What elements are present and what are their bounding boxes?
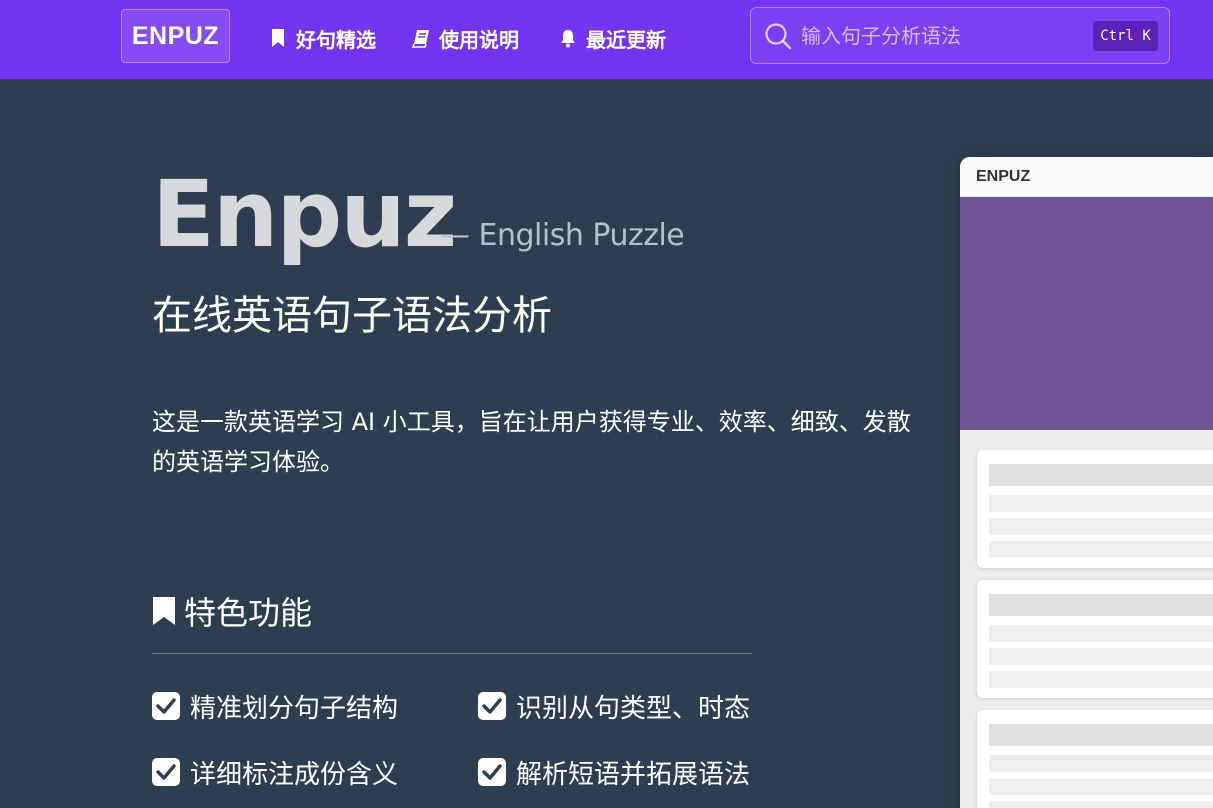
- book-icon: [411, 30, 429, 48]
- bell-icon: [561, 30, 575, 48]
- feature-item: 解析短语并拓展语法: [478, 752, 750, 792]
- checkbox-checked-icon: [152, 692, 180, 720]
- preview-banner: [960, 197, 1213, 430]
- search-input[interactable]: [801, 22, 1081, 50]
- nav-item-label: 使用说明: [439, 27, 519, 52]
- features-heading: 特色功能: [152, 588, 312, 634]
- skeleton-line: [989, 755, 1213, 772]
- app-preview-window: ENPUZ: [960, 157, 1213, 808]
- skeleton-line: [989, 648, 1213, 665]
- skeleton-line: [989, 801, 1213, 808]
- brand-logo[interactable]: ENPUZ: [121, 9, 230, 63]
- top-navbar: ENPUZ 好句精选 使用说明 最近更新 Ctrl K: [0, 0, 1213, 80]
- feature-label: 识别从句类型、时态: [516, 693, 751, 724]
- checkbox-checked-icon: [478, 692, 506, 720]
- nav-item-label: 最近更新: [586, 27, 666, 52]
- skeleton-card: [977, 710, 1213, 808]
- nav-item-recent-updates[interactable]: 最近更新: [558, 24, 666, 52]
- features-heading-label: 特色功能: [184, 594, 313, 632]
- hero-title: Enpuz: [152, 161, 457, 268]
- skeleton-line: [989, 518, 1213, 535]
- skeleton-line: [989, 778, 1213, 795]
- feature-label: 解析短语并拓展语法: [516, 759, 751, 790]
- feature-label: 详细标注成份含义: [190, 759, 399, 790]
- feature-item: 精准划分句子结构: [152, 686, 398, 726]
- feature-item: 详细标注成份含义: [152, 752, 398, 792]
- nav-item-featured-sentences[interactable]: 好句精选: [268, 24, 376, 52]
- skeleton-line: [989, 594, 1213, 616]
- bookmark-icon: [272, 29, 284, 47]
- hero-subtitle: — English Puzzle: [440, 218, 685, 253]
- hero-description: 这是一款英语学习 AI 小工具，旨在让用户获得专业、效率、细致、发散的英语学习体…: [152, 408, 911, 476]
- checkbox-checked-icon: [152, 758, 180, 786]
- skeleton-line: [989, 724, 1213, 746]
- skeleton-card: [977, 580, 1213, 698]
- keyboard-shortcut-badge: Ctrl K: [1093, 21, 1158, 51]
- hero-tagline: 在线英语句子语法分析: [152, 293, 552, 339]
- skeleton-line: [989, 625, 1213, 642]
- search-icon: [765, 23, 792, 50]
- bookmark-icon: [153, 597, 175, 625]
- preview-body: [960, 430, 1213, 808]
- feature-label: 精准划分句子结构: [190, 693, 399, 724]
- nav-item-label: 好句精选: [296, 27, 376, 52]
- search-box[interactable]: Ctrl K: [750, 7, 1170, 64]
- skeleton-line: [989, 541, 1213, 558]
- skeleton-line: [989, 495, 1213, 512]
- skeleton-line: [989, 671, 1213, 688]
- feature-item: 识别从句类型、时态: [478, 686, 750, 726]
- preview-title-bar: ENPUZ: [960, 157, 1213, 197]
- skeleton-card: [977, 450, 1213, 568]
- nav-item-usage-guide[interactable]: 使用说明: [411, 24, 519, 52]
- checkbox-checked-icon: [478, 758, 506, 786]
- section-divider: [152, 653, 752, 654]
- skeleton-line: [989, 464, 1213, 486]
